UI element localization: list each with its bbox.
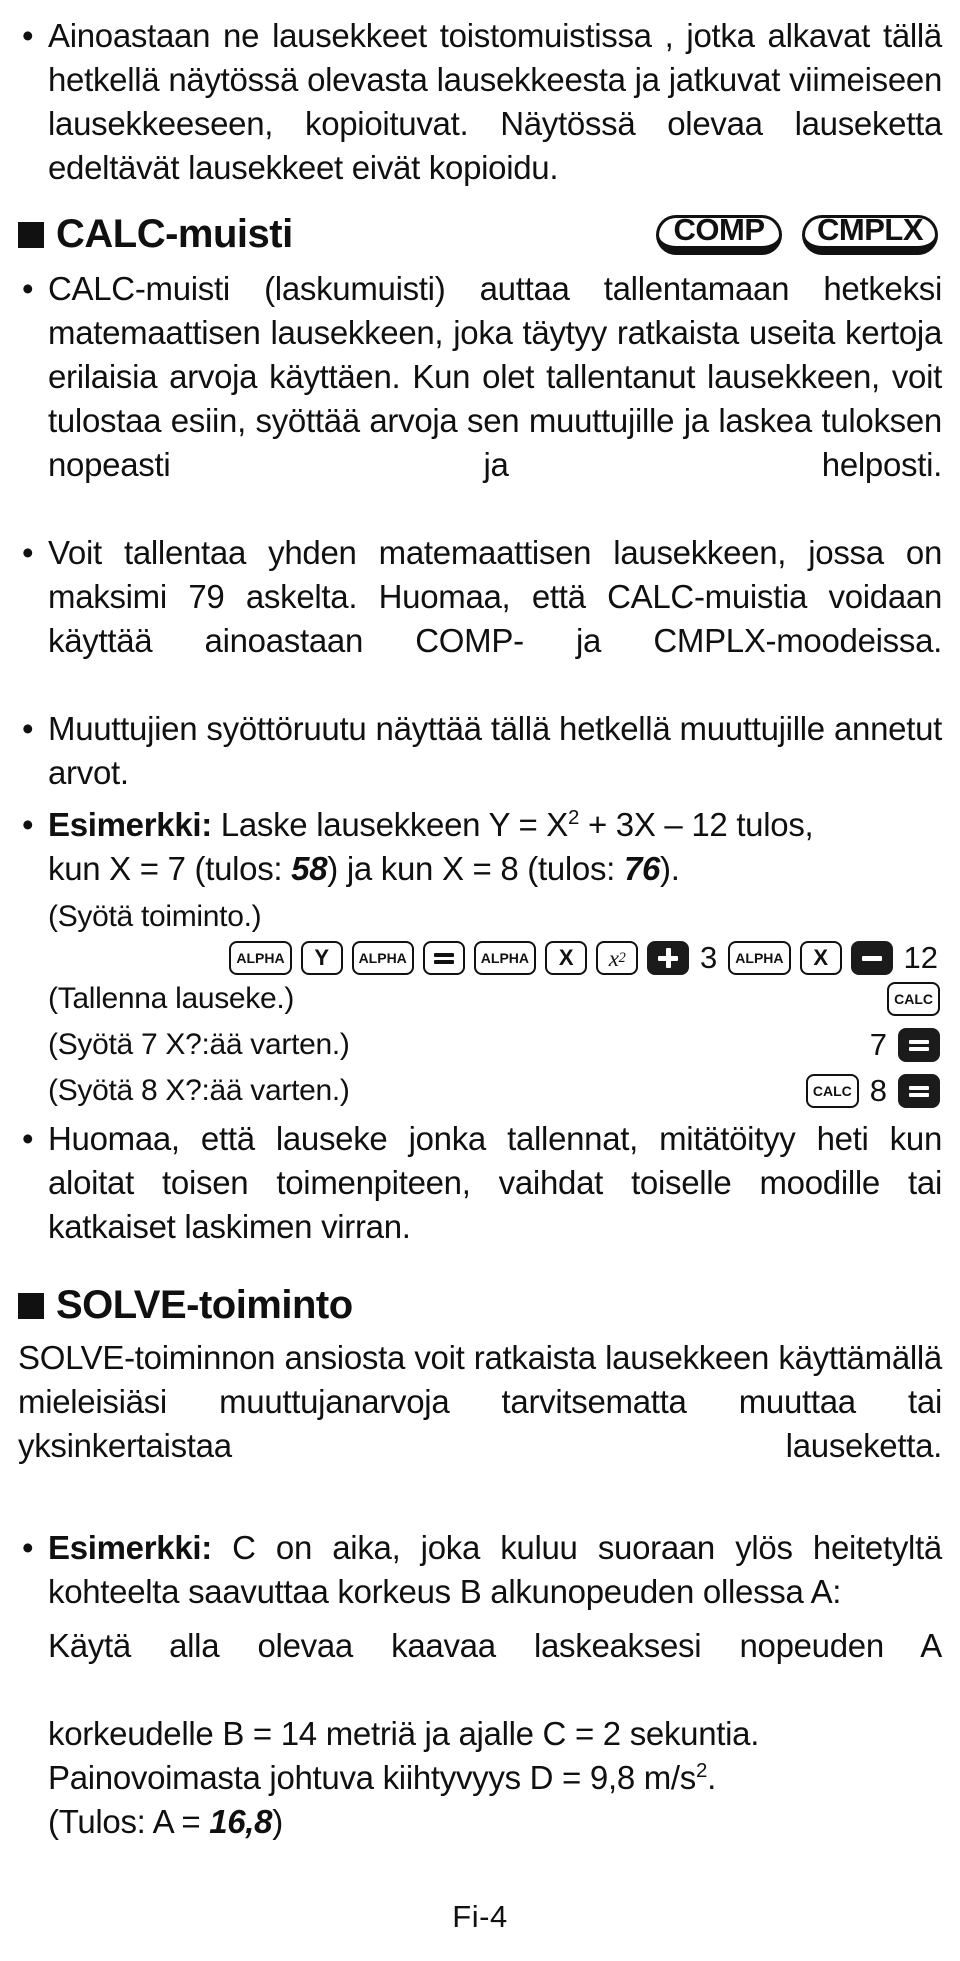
solve-result-line: (Tulos: A = 16,8): [0, 1800, 960, 1844]
key-x-squared[interactable]: x2: [596, 941, 639, 975]
key-equals[interactable]: [898, 1028, 940, 1062]
step-3-key-sequence: 7: [868, 1028, 940, 1062]
bullet-icon: •: [22, 1120, 34, 1157]
key-minus[interactable]: [850, 941, 893, 975]
solve-body-line-3-b: .: [707, 1759, 716, 1796]
calc-bullet-2: • Voit tallentaa yhden matemaattisen lau…: [0, 531, 960, 707]
example-label: Esimerkki:: [48, 806, 212, 843]
key-alpha[interactable]: ALPHA: [229, 941, 292, 975]
step-2-caption: (Tallenna lauseke.): [48, 982, 295, 1015]
solve-intro-paragraph: SOLVE-toiminnon ansiosta voit ratkaista …: [18, 1339, 942, 1464]
bullet-icon: •: [22, 17, 34, 54]
step-1-key-sequence: ALPHA Y ALPHA ALPHA X x2 3 ALPHA X 12: [0, 941, 960, 975]
step-1-caption: (Syötä toiminto.): [48, 900, 262, 933]
step-4-key-sequence: CALC 8: [805, 1073, 940, 1108]
step-1-digit-12: 12: [903, 940, 938, 975]
solve-body-line-2: korkeudelle B = 14 metriä ja ajalle C = …: [48, 1715, 760, 1752]
solve-section-heading: SOLVE-toiminto: [0, 1283, 960, 1328]
key-calc[interactable]: CALC: [805, 1074, 859, 1108]
solve-body-line-3-a: Painovoimasta johtuva kiihtyvyys D = 9,8…: [48, 1759, 696, 1796]
key-alpha[interactable]: ALPHA: [728, 941, 791, 975]
solve-example-label: Esimerkki:: [48, 1529, 212, 1566]
calc-closing-bullet: • Huomaa, että lauseke jonka tallennat, …: [0, 1117, 960, 1249]
calc-bullet-1: • CALC-muisti (laskumuisti) auttaa talle…: [0, 267, 960, 531]
step-2-row: (Tallenna lauseke.) CALC: [0, 979, 960, 1019]
solve-result-value: 16,8: [209, 1803, 273, 1840]
solve-body-line-1: Käytä alla olevaa kaavaa laskeaksesi nop…: [48, 1627, 942, 1664]
step-3-caption: (Syötä 7 X?:ää varten.): [48, 1028, 350, 1061]
solve-result-suffix: ): [272, 1803, 283, 1840]
key-x[interactable]: X: [545, 941, 588, 975]
solve-body-line-3: Painovoimasta johtuva kiihtyvyys D = 9,8…: [0, 1756, 960, 1800]
example-result-2: 76: [623, 850, 661, 887]
step-4-row: (Syötä 8 X?:ää varten.) CALC 8: [0, 1071, 960, 1111]
calc-section-title: CALC-muisti: [56, 212, 293, 256]
mode-badge-cmplx: CMPLX: [802, 212, 938, 255]
calc-closing-bullet-text: Huomaa, että lauseke jonka tallennat, mi…: [48, 1120, 942, 1245]
key-equals[interactable]: [898, 1074, 940, 1108]
section-marker-icon: [18, 221, 44, 248]
calc-bullet-3-text: Muuttujien syöttöruutu näyttää tällä het…: [48, 710, 942, 791]
step-3-row: (Syötä 7 X?:ää varten.) 7: [0, 1025, 960, 1065]
bullet-icon: •: [22, 270, 34, 307]
solve-example: • Esimerkki: C on aika, joka kuluu suora…: [0, 1526, 960, 1614]
step-2-key-sequence: CALC: [887, 982, 940, 1016]
key-y[interactable]: Y: [300, 941, 343, 975]
calc-section-heading: CALC-muisti: [0, 212, 293, 257]
intro-paragraph-text: Ainoastaan ne lausekkeet toistomuistissa…: [48, 17, 942, 186]
bullet-icon: •: [22, 806, 34, 843]
calc-bullet-2-text: Voit tallentaa yhden matemaattisen lause…: [48, 534, 942, 659]
step-4-digit-8: 8: [869, 1073, 887, 1108]
key-equals[interactable]: [422, 941, 465, 975]
step-4-caption: (Syötä 8 X?:ää varten.): [48, 1074, 350, 1107]
example-line2-a: kun X = 7 (tulos:: [48, 850, 292, 887]
intro-paragraph: • Ainoastaan ne lausekkeet toistomuistis…: [0, 14, 960, 190]
key-calc[interactable]: CALC: [887, 982, 940, 1016]
example-line1-rest: Laske lausekkeen Y = X: [211, 806, 569, 843]
mode-badge-comp: COMP: [656, 212, 782, 255]
calc-example: • Esimerkki: Laske lausekkeen Y = X2 + 3…: [0, 803, 960, 891]
key-x[interactable]: X: [799, 941, 842, 975]
example-line2-b: ) ja kun X = 8 (tulos:: [327, 850, 624, 887]
example-exponent: 2: [568, 806, 580, 829]
page-footer: Fi-4: [452, 1899, 508, 1934]
solve-section-title: SOLVE-toiminto: [56, 1283, 353, 1327]
calc-bullet-3: • Muuttujien syöttöruutu näyttää tällä h…: [0, 707, 960, 795]
solve-body-exponent: 2: [696, 1759, 708, 1782]
bullet-icon: •: [22, 1529, 34, 1566]
key-plus[interactable]: [647, 941, 690, 975]
solve-result-prefix: (Tulos: A =: [48, 1803, 210, 1840]
example-line1-tail: + 3X – 12 tulos,: [579, 806, 814, 843]
section-marker-icon: [18, 1292, 44, 1319]
manual-page: • Ainoastaan ne lausekkeet toistomuistis…: [0, 0, 960, 1961]
example-line2-c: ).: [660, 850, 680, 887]
step-3-digit-7: 7: [869, 1027, 887, 1062]
calc-section-header: CALC-muisti COMP CMPLX: [0, 212, 960, 257]
key-alpha[interactable]: ALPHA: [351, 941, 414, 975]
bullet-icon: •: [22, 534, 34, 571]
step-1-digit-3: 3: [700, 940, 718, 975]
mode-badges: COMP CMPLX: [656, 212, 938, 255]
example-result-1: 58: [291, 850, 328, 887]
calc-bullet-1-text: CALC-muisti (laskumuisti) auttaa tallent…: [48, 270, 942, 483]
bullet-icon: •: [22, 710, 34, 747]
key-alpha[interactable]: ALPHA: [473, 941, 537, 975]
